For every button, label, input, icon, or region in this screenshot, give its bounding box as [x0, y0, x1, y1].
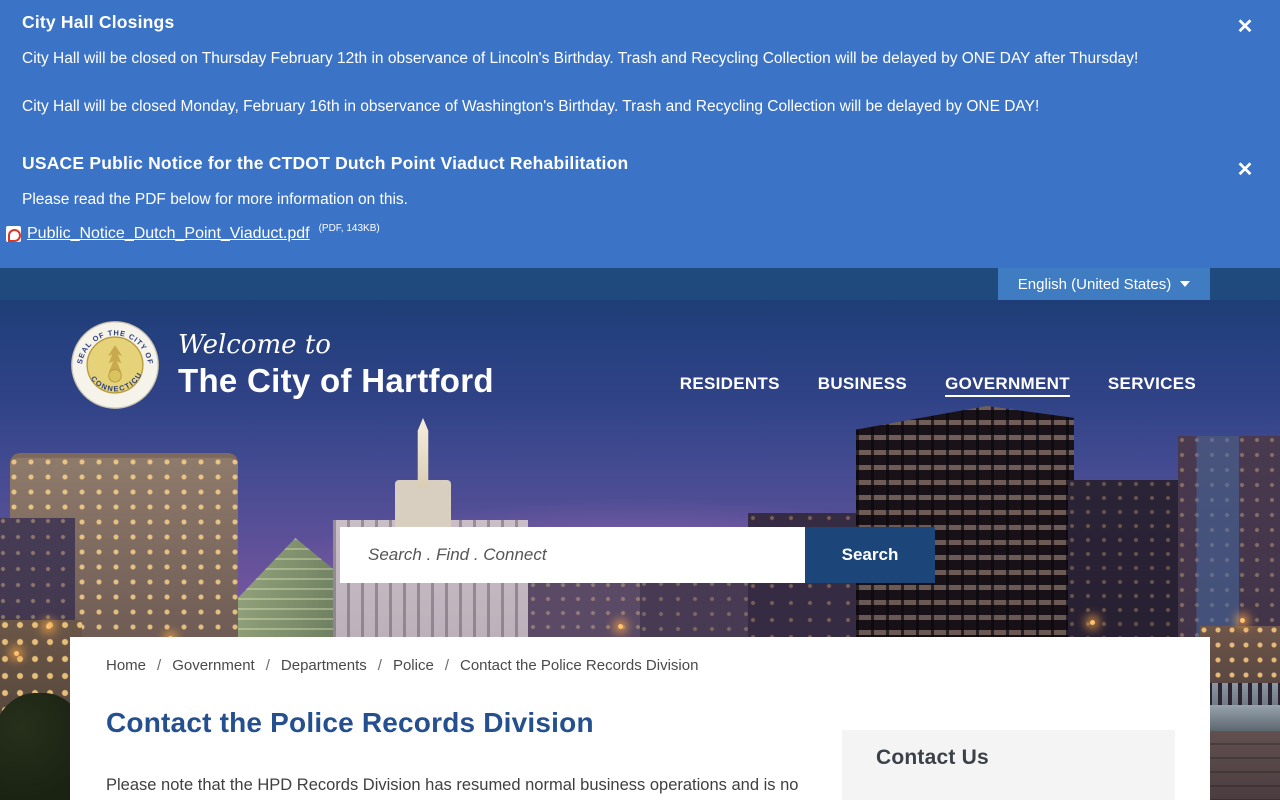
streetlight-glow	[14, 651, 19, 656]
chevron-down-icon	[1180, 281, 1190, 287]
language-selector-label: English (United States)	[1018, 276, 1171, 293]
site-title: The City of Hartford	[178, 361, 494, 401]
breadcrumb-departments[interactable]: Departments	[281, 657, 367, 674]
welcome-tagline: Welcome to	[178, 330, 494, 360]
nav-item-government[interactable]: GOVERNMENT	[945, 374, 1070, 394]
bridge-railing	[1198, 683, 1280, 705]
breadcrumb-police[interactable]: Police	[393, 657, 434, 674]
nav-item-services[interactable]: SERVICES	[1108, 374, 1196, 394]
breadcrumb-separator: /	[157, 657, 161, 674]
notice-paragraph: Please read the PDF below for more infor…	[22, 191, 408, 209]
breadcrumb: Home / Government / Departments / Police…	[106, 657, 698, 674]
main-navigation: RESIDENTS BUSINESS GOVERNMENT SERVICES	[680, 374, 1196, 394]
site-logo[interactable]: SEAL OF THE CITY OF HARTFORD CONNECTICUT…	[70, 320, 494, 410]
streetlight-glow	[618, 624, 623, 629]
city-seal-icon: SEAL OF THE CITY OF HARTFORD CONNECTICUT	[70, 320, 160, 410]
bridge-deck	[1198, 705, 1280, 731]
notice-paragraph: City Hall will be closed Monday, Februar…	[22, 98, 1039, 116]
page-body-text: Please note that the HPD Records Divisio…	[106, 771, 816, 800]
page-title: Contact the Police Records Division	[106, 707, 594, 739]
breadcrumb-current-page: Contact the Police Records Division	[460, 657, 698, 674]
content-card: Home / Government / Departments / Police…	[70, 637, 1210, 800]
notice-title: City Hall Closings	[22, 12, 174, 33]
breadcrumb-home[interactable]: Home	[106, 657, 146, 674]
streetlight-glow	[46, 624, 51, 629]
close-icon[interactable]: ✕	[1232, 157, 1258, 183]
breadcrumb-separator: /	[266, 657, 270, 674]
breadcrumb-government[interactable]: Government	[172, 657, 255, 674]
streetlight-glow	[1090, 620, 1095, 625]
notification-banner: City Hall Closings ✕ City Hall will be c…	[0, 0, 1280, 268]
cityscape-building	[1200, 626, 1280, 684]
language-selector[interactable]: English (United States)	[998, 268, 1210, 300]
nav-item-business[interactable]: BUSINESS	[818, 374, 907, 394]
pdf-file-icon	[6, 226, 21, 242]
notice-paragraph: City Hall will be closed on Thursday Feb…	[22, 50, 1138, 68]
contact-us-heading: Contact Us	[876, 746, 989, 770]
streetlight-glow	[1240, 618, 1245, 623]
bridge-pier	[1202, 731, 1280, 800]
site-search-bar: Search	[340, 527, 935, 583]
breadcrumb-separator: /	[378, 657, 382, 674]
breadcrumb-separator: /	[445, 657, 449, 674]
search-input[interactable]	[340, 527, 805, 583]
search-button[interactable]: Search	[805, 527, 935, 583]
close-icon[interactable]: ✕	[1232, 14, 1258, 40]
notice-title: USACE Public Notice for the CTDOT Dutch …	[22, 153, 628, 174]
pdf-attachment-row: Public_Notice_Dutch_Point_Viaduct.pdf (P…	[6, 225, 380, 243]
pdf-download-link[interactable]: Public_Notice_Dutch_Point_Viaduct.pdf	[27, 225, 310, 243]
pdf-file-size: (PDF, 143KB)	[319, 223, 380, 234]
nav-item-residents[interactable]: RESIDENTS	[680, 374, 780, 394]
contact-us-panel: Contact Us	[842, 730, 1175, 800]
body-line: Please note that the HPD Records Divisio…	[106, 771, 816, 800]
